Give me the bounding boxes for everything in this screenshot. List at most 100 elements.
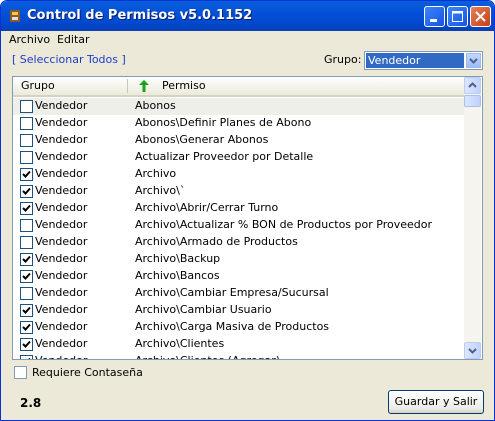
checkmark-icon — [22, 170, 31, 178]
checkmark-icon — [28, 357, 31, 359]
checkmark-icon — [22, 272, 31, 280]
table-row[interactable]: Vendedor Archivo\Cambiar Empresa/Sucursal — [13, 285, 464, 302]
cell-permiso: Archivo\Armado de Productos — [135, 235, 298, 248]
row-checkbox[interactable] — [20, 185, 33, 198]
column-header-permiso[interactable]: Permiso — [162, 77, 206, 95]
table-row[interactable]: Vendedor Archivo\Cambiar Usuario — [13, 302, 464, 319]
scroll-thumb[interactable] — [464, 95, 481, 107]
list-header: Grupo Permiso — [13, 77, 464, 97]
table-row[interactable]: Vendedor Archivo\Clientes — [13, 336, 464, 353]
table-row[interactable]: Vendedor Archivo\Actualizar % BON de Prod… — [13, 217, 464, 234]
group-label: Grupo: — [324, 53, 362, 66]
cell-permiso: Archivo\Actualizar % BON de Productos po… — [135, 218, 432, 231]
cell-grupo: Vendedor — [35, 218, 88, 231]
cell-permiso: Archivo\` — [135, 184, 186, 197]
table-row[interactable]: Vendedor Abonos\Generar Abonos — [13, 132, 464, 149]
table-row[interactable]: Vendedor Archivo\` — [13, 183, 464, 200]
window-title: Control de Permisos v5.0.1152 — [27, 8, 253, 23]
close-icon — [475, 11, 486, 22]
table-row[interactable]: Vendedor Archivo\Abrir/Cerrar Turno — [13, 200, 464, 217]
menu-editar[interactable]: Editar — [57, 33, 90, 46]
cell-permiso: Archivo\Backup — [135, 252, 221, 265]
minimize-button[interactable] — [424, 6, 445, 27]
row-checkbox[interactable] — [20, 287, 33, 300]
select-all-link[interactable]: [ Seleccionar Todos ] — [12, 53, 126, 66]
cell-permiso: Archivo\Carga Masiva de Productos — [135, 320, 330, 333]
table-row[interactable]: Vendedor Actualizar Proveedor por Detalle — [13, 149, 464, 166]
cell-grupo: Vendedor — [35, 150, 88, 163]
group-select[interactable]: Vendedor — [364, 51, 483, 70]
sort-ascending-arrow-icon — [139, 80, 149, 92]
cell-permiso: Archivo\Bancos — [135, 269, 220, 282]
require-password-checkbox[interactable] — [14, 366, 27, 379]
table-row[interactable]: Vendedor Archivo\Bancos — [13, 268, 464, 285]
row-checkbox[interactable] — [20, 338, 33, 351]
maximize-button[interactable] — [447, 6, 468, 27]
version-label: 2.8 — [20, 396, 42, 410]
cell-grupo: Vendedor — [35, 354, 87, 359]
cell-permiso: Abonos\Generar Abonos — [135, 133, 269, 146]
cell-grupo: Vendedor — [35, 303, 88, 316]
cell-permiso: Archivo\Abrir/Cerrar Turno — [135, 201, 279, 214]
table-row[interactable]: Vendedor Abonos\Definir Planes de Abono — [13, 115, 464, 132]
save-and-exit-button[interactable]: Guardar y Salir — [388, 390, 484, 414]
cell-grupo: Vendedor — [35, 116, 88, 129]
row-checkbox[interactable] — [20, 304, 33, 317]
maximize-icon — [452, 11, 463, 22]
row-checkbox[interactable] — [20, 151, 33, 164]
row-checkbox[interactable] — [20, 236, 33, 249]
cell-grupo: Vendedor — [35, 286, 88, 299]
table-row[interactable]: Vendedor Archivo\Armado de Productos — [13, 234, 464, 251]
cell-permiso: Archivo — [135, 167, 177, 180]
cell-grupo: Vendedor — [35, 269, 88, 282]
checkmark-icon — [22, 204, 31, 212]
cell-grupo: Vendedor — [35, 201, 88, 214]
cell-permiso: Abonos\Definir Planes de Abono — [135, 116, 312, 129]
checkmark-icon — [22, 306, 31, 314]
row-checkbox[interactable] — [20, 321, 33, 334]
checkmark-icon — [22, 340, 31, 348]
table-row[interactable]: Vendedor Abonos — [13, 98, 464, 115]
cell-grupo: Vendedor — [35, 133, 88, 146]
chevron-down-icon — [468, 348, 477, 354]
table-row[interactable]: Vendedor Archivo\Carga Masiva de Producto… — [13, 319, 464, 336]
row-checkbox[interactable] — [20, 134, 33, 147]
table-row[interactable]: Vendedor Archivo\Clientes (Agregar) — [13, 353, 464, 359]
checkmark-icon — [22, 187, 31, 195]
column-separator[interactable] — [127, 79, 128, 93]
row-checkbox[interactable] — [20, 202, 33, 215]
menu-archivo[interactable]: Archivo — [9, 33, 50, 46]
group-select-dropdown-button[interactable] — [466, 53, 481, 68]
cell-grupo: Vendedor — [35, 235, 88, 248]
title-bar[interactable]: Control de Permisos v5.0.1152 — [1, 1, 494, 31]
chevron-down-icon — [469, 58, 478, 64]
permissions-list[interactable]: Grupo Permiso Vendedor Abonos Vendedor Abon… — [12, 76, 483, 360]
app-icon — [10, 10, 20, 22]
scroll-down-button[interactable] — [464, 342, 481, 359]
row-checkbox[interactable] — [20, 117, 33, 130]
checkmark-icon — [22, 255, 31, 263]
close-button[interactable] — [470, 6, 491, 27]
checkmark-icon — [22, 323, 31, 331]
cell-permiso: Archivo\Clientes (Agregar) — [135, 354, 280, 359]
minimize-icon — [430, 19, 437, 22]
table-row[interactable]: Vendedor Archivo — [13, 166, 464, 183]
row-checkbox[interactable] — [20, 219, 33, 232]
menu-bar: Archivo Editar — [1, 31, 494, 48]
column-header-grupo[interactable]: Grupo — [21, 77, 55, 95]
row-checkbox[interactable] — [20, 100, 33, 113]
table-row[interactable]: Vendedor Archivo\Backup — [13, 251, 464, 268]
scroll-up-button[interactable] — [464, 77, 481, 94]
chevron-up-icon — [468, 82, 477, 88]
vertical-scrollbar[interactable] — [464, 77, 481, 359]
cell-permiso: Abonos — [135, 99, 176, 112]
row-checkbox[interactable] — [20, 355, 33, 359]
row-checkbox[interactable] — [20, 168, 33, 181]
cell-permiso: Archivo\Cambiar Empresa/Sucursal — [135, 286, 329, 299]
cell-permiso: Actualizar Proveedor por Detalle — [135, 150, 314, 163]
cell-grupo: Vendedor — [35, 252, 88, 265]
main-window: Control de Permisos v5.0.1152 Archivo Ed… — [0, 0, 495, 421]
cell-grupo: Vendedor — [35, 99, 88, 112]
row-checkbox[interactable] — [20, 270, 33, 283]
row-checkbox[interactable] — [20, 253, 33, 266]
